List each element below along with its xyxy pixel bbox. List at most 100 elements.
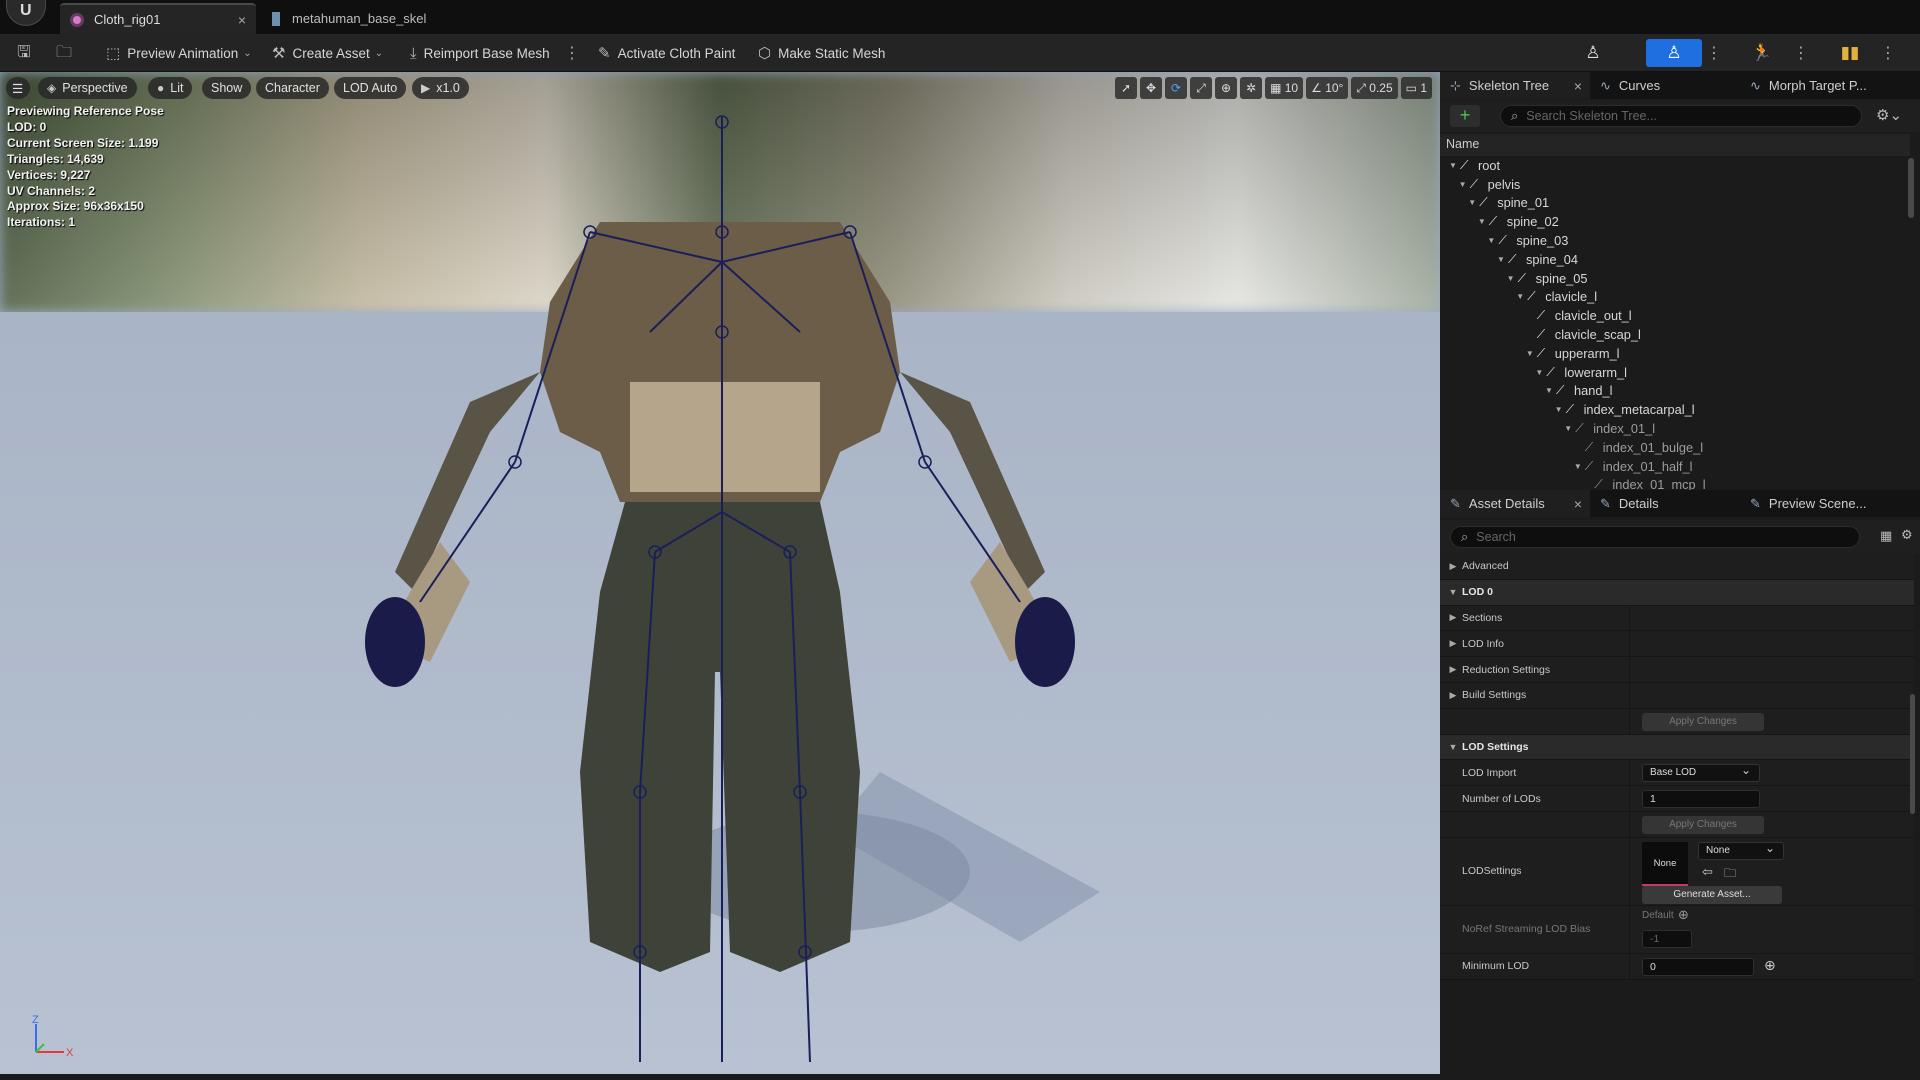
perspective-button[interactable]: ◈ Perspective <box>38 77 137 99</box>
collapse-arrow-icon[interactable]: ▼ <box>1486 236 1496 245</box>
close-icon[interactable]: × <box>238 12 246 28</box>
tree-row[interactable]: ▼ ⟋ index_01_l <box>1440 419 1906 438</box>
collapse-arrow-icon[interactable]: ▼ <box>1506 274 1516 283</box>
apply-changes-button[interactable]: Apply Changes <box>1642 712 1764 731</box>
category-advanced[interactable]: ▶ Advanced <box>1440 554 1914 580</box>
settings-gear-icon[interactable]: ⚙⌄ <box>1876 106 1902 124</box>
tree-row[interactable]: ▼ ⟋ root <box>1440 156 1906 175</box>
lit-button[interactable]: ● Lit <box>148 77 193 99</box>
minimum-lod-input[interactable]: 0 <box>1642 957 1754 976</box>
apply-changes-button[interactable]: Apply Changes <box>1642 815 1764 834</box>
make-static-mesh-button[interactable]: ⬡ Make Static Mesh <box>758 40 885 66</box>
lod-import-dropdown[interactable]: Base LOD <box>1642 762 1760 783</box>
collapse-arrow-icon[interactable]: ▼ <box>1563 424 1573 433</box>
tree-row[interactable]: ▼ ⟋ clavicle_l <box>1440 288 1906 307</box>
collapse-arrow-icon[interactable]: ▼ <box>1544 386 1554 395</box>
close-icon[interactable]: × <box>1574 496 1582 512</box>
collapse-arrow-icon[interactable]: ▼ <box>1496 255 1506 264</box>
collapse-arrow-icon[interactable]: ▼ <box>1458 180 1468 189</box>
tree-row[interactable]: ▼ ⟋ spine_04 <box>1440 250 1906 269</box>
collapse-arrow-icon[interactable]: ▼ <box>1448 161 1458 170</box>
tab-curves[interactable]: ∿ Curves <box>1590 72 1740 99</box>
scale-snap-toggle[interactable]: ⤢ 0.25 <box>1351 77 1398 99</box>
column-divider[interactable] <box>1629 786 1630 811</box>
tab-details[interactable]: ✎ Details <box>1590 490 1740 517</box>
category-reduction-settings[interactable]: ▶ Reduction Settings <box>1440 657 1914 683</box>
character-preview[interactable] <box>0 72 1440 1080</box>
preview-animation-button[interactable]: ⬚ Preview Animation ⌄ <box>106 40 252 66</box>
more-options-icon[interactable]: ⋮ <box>1793 43 1809 63</box>
browse-asset-icon[interactable]: 🗀 <box>1724 864 1736 885</box>
viewport[interactable]: ☰ ◈ Perspective ● Lit Show Character LOD… <box>0 72 1440 1080</box>
category-lod-settings[interactable]: ▼ LOD Settings <box>1440 734 1914 761</box>
column-divider[interactable] <box>1629 708 1630 734</box>
category-build-settings[interactable]: ▶ Build Settings <box>1440 682 1914 709</box>
tree-row[interactable]: ▼ ⟋ lowerarm_l <box>1440 363 1906 382</box>
reimport-base-mesh-button[interactable]: ⤓ Reimport Base Mesh <box>410 40 550 66</box>
category-lod-info[interactable]: ▶ LOD Info <box>1440 631 1914 658</box>
tab-preview-scene[interactable]: ✎ Preview Scene... <box>1740 490 1920 517</box>
add-icon[interactable]: + <box>1450 105 1480 127</box>
tree-row[interactable]: ▼ ⟋ index_01_half_l <box>1440 457 1906 476</box>
blueprint-mode-icon[interactable]: ▮▮ <box>1822 39 1878 67</box>
lodsettings-asset-dropdown[interactable]: None <box>1698 840 1784 860</box>
generate-asset-button[interactable]: Generate Asset... <box>1642 885 1782 904</box>
column-divider[interactable] <box>1629 657 1630 682</box>
tree-row[interactable]: ▼ ⟋ spine_03 <box>1440 231 1906 250</box>
tree-row[interactable]: ▼ ⟋ hand_l <box>1440 382 1906 401</box>
add-override-icon[interactable]: ⊕ <box>1678 907 1689 923</box>
character-button[interactable]: Character <box>256 77 329 99</box>
noref-streaming-input[interactable]: -1 <box>1642 929 1692 948</box>
mesh-mode-icon[interactable]: ♙ <box>1646 39 1702 67</box>
tree-row[interactable]: ▼ ⟋ pelvis <box>1440 175 1906 194</box>
tree-scrollbar[interactable] <box>1908 158 1914 218</box>
tree-row[interactable]: ▼ ⟋ index_metacarpal_l <box>1440 400 1906 419</box>
collapse-arrow-icon[interactable]: ▼ <box>1467 198 1477 207</box>
tab-metahuman-base-skel[interactable]: metahuman_base_skel <box>262 3 482 34</box>
category-lod0[interactable]: ▼ LOD 0 <box>1440 579 1914 606</box>
tab-cloth-rig01[interactable]: Cloth_rig01 × <box>60 3 256 34</box>
angle-snap-toggle[interactable]: ∠ 10° <box>1306 77 1349 99</box>
skeleton-mode-icon[interactable]: ♙ <box>1565 39 1621 67</box>
collapse-arrow-icon[interactable]: ▼ <box>1477 217 1487 226</box>
grid-snap-toggle[interactable]: ▦ 10 <box>1265 77 1304 99</box>
collapse-arrow-icon[interactable]: ▼ <box>1554 405 1564 414</box>
world-space-icon[interactable]: ⊕ <box>1215 77 1238 99</box>
camera-speed-button[interactable]: ▭ 1 <box>1400 77 1432 99</box>
column-divider[interactable] <box>1629 682 1630 708</box>
close-icon[interactable]: × <box>1574 78 1582 94</box>
tree-row[interactable]: ⟋ clavicle_scap_l <box>1440 325 1906 344</box>
collapse-arrow-icon[interactable]: ▼ <box>1573 462 1583 471</box>
tree-row[interactable]: ⟋ index_01_bulge_l <box>1440 438 1906 457</box>
number-of-lods-input[interactable]: 1 <box>1642 790 1760 809</box>
translate-icon[interactable]: ✥ <box>1140 77 1163 99</box>
details-scrollbar[interactable] <box>1910 694 1915 814</box>
tree-row[interactable]: ▼ ⟋ upperarm_l <box>1440 344 1906 363</box>
rotate-icon[interactable]: ⟳ <box>1165 77 1188 99</box>
scale-icon[interactable]: ⤢ <box>1190 77 1213 99</box>
viewport-menu-icon[interactable]: ☰ <box>6 77 30 99</box>
table-view-icon[interactable]: ▦ <box>1880 528 1892 544</box>
surface-snap-icon[interactable]: ✲ <box>1240 77 1263 99</box>
collapse-arrow-icon[interactable]: ▼ <box>1515 292 1525 301</box>
details-search-input[interactable]: ⌕ Search <box>1450 526 1860 548</box>
column-divider[interactable] <box>1629 605 1630 631</box>
tree-row[interactable]: ⟋ clavicle_out_l <box>1440 306 1906 325</box>
unreal-logo-icon[interactable] <box>6 0 46 26</box>
collapse-arrow-icon[interactable]: ▼ <box>1525 349 1535 358</box>
column-divider[interactable] <box>1629 953 1630 979</box>
collapse-arrow-icon[interactable]: ▼ <box>1534 368 1544 377</box>
column-divider[interactable] <box>1629 837 1630 905</box>
tab-skeleton-tree[interactable]: ⊹ Skeleton Tree × <box>1440 72 1590 99</box>
column-divider[interactable] <box>1629 760 1630 786</box>
skeleton-search-input[interactable]: ⌕ Search Skeleton Tree... <box>1500 105 1862 127</box>
more-options-icon[interactable]: ⋮ <box>564 43 580 63</box>
column-divider[interactable] <box>1629 631 1630 657</box>
tab-morph-target[interactable]: ∿ Morph Target P... <box>1740 72 1920 99</box>
browse-asset-icon[interactable]: 🗀 <box>54 43 74 63</box>
tree-row[interactable]: ▼ ⟋ spine_05 <box>1440 269 1906 288</box>
lod-button[interactable]: LOD Auto <box>334 77 407 99</box>
save-icon[interactable]: 🖫 <box>14 43 34 63</box>
use-selected-asset-icon[interactable]: ⇦ <box>1702 864 1713 880</box>
animation-mode-icon[interactable]: 🏃 <box>1734 39 1790 67</box>
